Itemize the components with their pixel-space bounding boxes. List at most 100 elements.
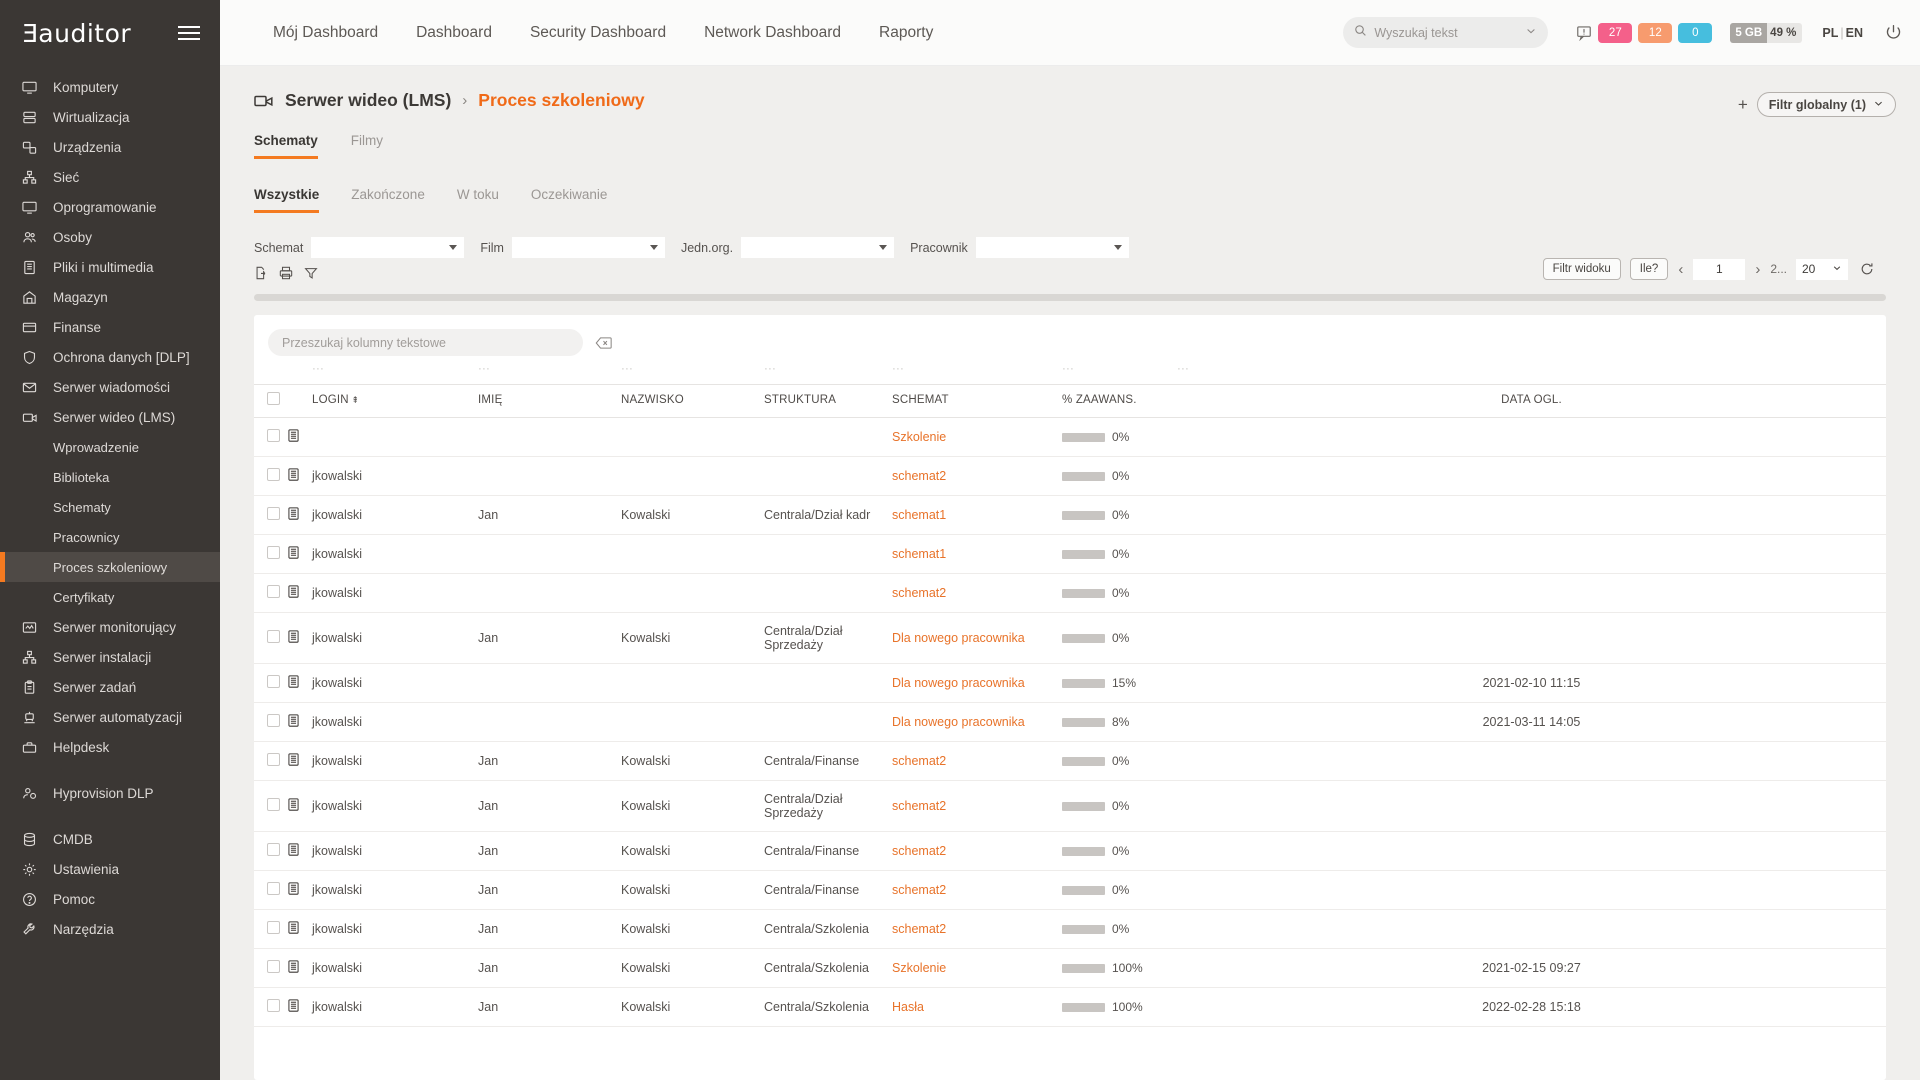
row-checkbox[interactable] — [267, 921, 280, 934]
sidebar-item-serwer-instalacji[interactable]: Serwer instalacji — [0, 642, 220, 672]
next-page-icon[interactable]: › — [1754, 261, 1761, 278]
sidebar-item-hyprovision-dlp[interactable]: Hyprovision DLP — [0, 778, 220, 808]
filter-pracownik-select[interactable] — [975, 237, 1129, 258]
row-checkbox[interactable] — [267, 882, 280, 895]
row-detail-icon-cell[interactable] — [288, 495, 312, 535]
list-detail-icon[interactable] — [288, 585, 299, 598]
schemat-link[interactable]: schemat2 — [892, 922, 946, 936]
table-row[interactable]: jkowalski Jan Kowalski Centrala/Finanse sche… — [254, 741, 1886, 781]
row-detail-icon-cell[interactable] — [288, 612, 312, 664]
table-row[interactable]: jkowalski Jan Kowalski Centrala/Szkolenia sc… — [254, 909, 1886, 949]
column-header-schemat[interactable]: SCHEMAT — [892, 384, 1062, 418]
schemat-link[interactable]: schemat1 — [892, 508, 946, 522]
schemat-link[interactable]: schemat2 — [892, 469, 946, 483]
row-checkbox[interactable] — [267, 675, 280, 688]
cell-schemat[interactable]: schemat2 — [892, 831, 1062, 871]
cell-schemat[interactable]: schemat1 — [892, 495, 1062, 535]
table-row[interactable]: jkowalski Jan Kowalski Centrala/Szkolenia Ha… — [254, 987, 1886, 1027]
row-detail-icon-cell[interactable] — [288, 741, 312, 781]
schemat-link[interactable]: schemat2 — [892, 883, 946, 897]
row-checkbox[interactable] — [267, 630, 280, 643]
total-pages-label[interactable]: 2... — [1770, 262, 1787, 276]
sidebar-item-proces-szkoleniowy[interactable]: Proces szkoleniowy — [0, 552, 220, 582]
list-detail-icon[interactable] — [288, 921, 299, 934]
tab-schematy[interactable]: Schematy — [254, 133, 318, 159]
sidebar-item-schematy[interactable]: Schematy — [0, 492, 220, 522]
cell-schemat[interactable]: Hasła — [892, 987, 1062, 1027]
how-many-button[interactable]: Ile? — [1629, 258, 1669, 280]
list-detail-icon[interactable] — [288, 429, 299, 442]
sidebar-item-certyfikaty[interactable]: Certyfikaty — [0, 582, 220, 612]
row-checkbox[interactable] — [267, 714, 280, 727]
table-row[interactable]: jkowalski Jan Kowalski Centrala/Szkolenia Sz… — [254, 948, 1886, 988]
row-detail-icon-cell[interactable] — [288, 417, 312, 457]
row-detail-icon-cell[interactable] — [288, 948, 312, 988]
lang-en[interactable]: EN — [1846, 26, 1863, 40]
table-row[interactable]: jkowalski schemat2 0% — [254, 456, 1886, 496]
tab-filmy[interactable]: Filmy — [351, 133, 383, 159]
cell-schemat[interactable]: Szkolenie — [892, 948, 1062, 988]
tab-wszystkie[interactable]: Wszystkie — [254, 187, 320, 213]
list-detail-icon[interactable] — [288, 675, 299, 688]
sidebar-item-ustawienia[interactable]: Ustawienia — [0, 854, 220, 884]
row-checkbox[interactable] — [267, 843, 280, 856]
cell-schemat[interactable]: Dla nowego pracownika — [892, 612, 1062, 664]
sidebar-item-serwer-wiadomosci[interactable]: Serwer wiadomości — [0, 372, 220, 402]
table-row[interactable]: jkowalski Jan Kowalski Centrala/Finanse sche… — [254, 831, 1886, 871]
sidebar-item-narzedzia[interactable]: Narzędzia — [0, 914, 220, 944]
page-number-input[interactable]: 1 — [1693, 258, 1746, 280]
row-checkbox[interactable] — [267, 798, 280, 811]
page-size-select[interactable]: 20 — [1796, 258, 1848, 280]
sidebar-item-ochrona-danych-dlp[interactable]: Ochrona danych [DLP] — [0, 342, 220, 372]
list-detail-icon[interactable] — [288, 468, 299, 481]
topnav-network-dashboard[interactable]: Network Dashboard — [685, 24, 860, 42]
schemat-link[interactable]: schemat2 — [892, 799, 946, 813]
tab-w-toku[interactable]: W toku — [457, 187, 499, 213]
sidebar-item-siec[interactable]: Sieć — [0, 162, 220, 192]
cell-schemat[interactable]: schemat2 — [892, 870, 1062, 910]
app-logo[interactable]: Eauditor — [22, 19, 131, 48]
cell-schemat[interactable]: schemat2 — [892, 456, 1062, 496]
row-detail-icon-cell[interactable] — [288, 909, 312, 949]
row-checkbox[interactable] — [267, 585, 280, 598]
filter-schemat-select[interactable] — [311, 237, 465, 258]
list-detail-icon[interactable] — [288, 546, 299, 559]
sidebar-item-osoby[interactable]: Osoby — [0, 222, 220, 252]
row-checkbox[interactable] — [267, 753, 280, 766]
col-menu-struktura[interactable]: ··· — [764, 356, 892, 385]
cell-schemat[interactable]: schemat2 — [892, 780, 1062, 832]
sidebar-item-cmdb[interactable]: CMDB — [0, 824, 220, 854]
view-filter-button[interactable]: Filtr widoku — [1542, 258, 1621, 280]
cell-schemat[interactable]: Dla nowego pracownika — [892, 663, 1062, 703]
table-row[interactable]: Szkolenie 0% — [254, 417, 1886, 457]
topnav-moj-dashboard[interactable]: Mój Dashboard — [254, 24, 397, 42]
col-menu-nazwisko[interactable]: ··· — [621, 356, 764, 385]
column-header-imie[interactable]: IMIĘ — [478, 384, 621, 418]
sidebar-item-serwer-wideo-lms[interactable]: Serwer wideo (LMS) — [0, 402, 220, 432]
row-detail-icon-cell[interactable] — [288, 456, 312, 496]
filter-jedn-org-select[interactable] — [741, 237, 895, 258]
sidebar-item-komputery[interactable]: Komputery — [0, 72, 220, 102]
sidebar-item-pomoc[interactable]: Pomoc — [0, 884, 220, 914]
table-row[interactable]: jkowalski schemat2 0% — [254, 573, 1886, 613]
table-row[interactable]: jkowalski Dla nowego pracownika 15% 2021-02… — [254, 663, 1886, 703]
table-row[interactable]: jkowalski Jan Kowalski Centrala/Dział Sprze… — [254, 612, 1886, 664]
row-detail-icon-cell[interactable] — [288, 663, 312, 703]
list-detail-icon[interactable] — [288, 882, 299, 895]
col-menu-schemat[interactable]: ··· — [892, 356, 1062, 385]
list-detail-icon[interactable] — [288, 714, 299, 727]
cell-schemat[interactable]: schemat2 — [892, 573, 1062, 613]
col-menu-imie[interactable]: ··· — [478, 356, 621, 385]
export-icon[interactable] — [254, 266, 268, 280]
row-detail-icon-cell[interactable] — [288, 987, 312, 1027]
row-checkbox[interactable] — [267, 429, 280, 442]
add-filter-button[interactable]: + — [1738, 96, 1748, 113]
filter-film-select[interactable] — [511, 237, 665, 258]
badge-critical[interactable]: 27 — [1598, 22, 1633, 43]
row-checkbox[interactable] — [267, 468, 280, 481]
col-menu-login[interactable]: ··· — [312, 356, 478, 385]
column-header-data-ogl[interactable]: DATA OGL. — [1177, 384, 1886, 418]
list-detail-icon[interactable] — [288, 507, 299, 520]
badge-info[interactable]: 0 — [1678, 22, 1713, 43]
schemat-link[interactable]: schemat2 — [892, 586, 946, 600]
